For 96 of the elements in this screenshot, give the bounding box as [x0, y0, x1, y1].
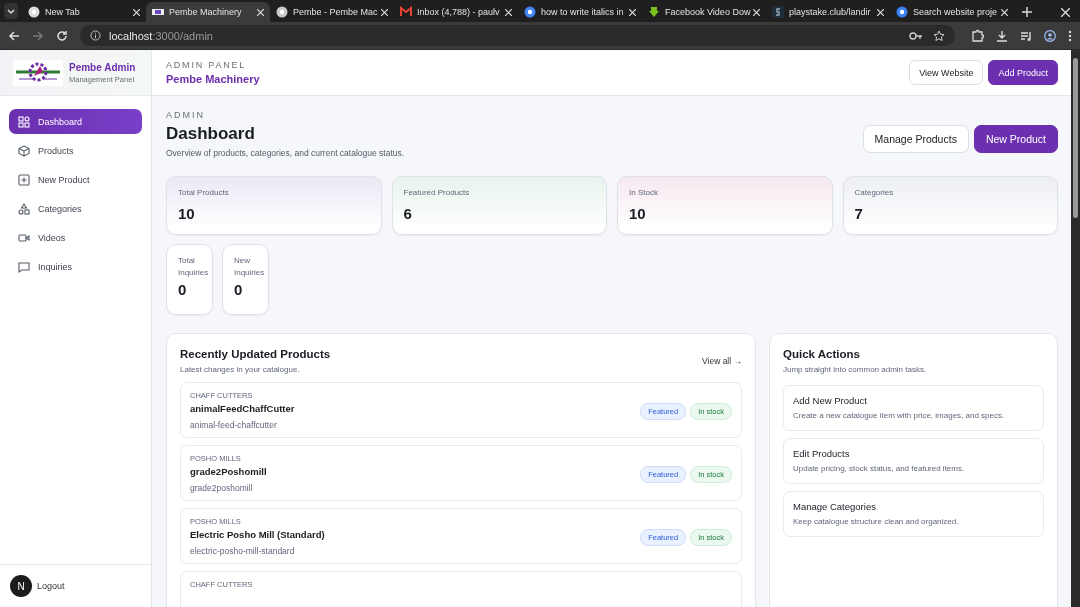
view-website-button[interactable]: View Website	[909, 60, 984, 85]
header-title: Pembe Machinery	[166, 73, 260, 85]
stat-value: 10	[178, 204, 196, 222]
logo-icon	[13, 59, 63, 86]
product-slug: grade2poshomill	[190, 483, 254, 493]
page-description: Overview of products, categories, and current catalogue status.	[166, 148, 405, 158]
stat-value: 6	[403, 204, 413, 222]
menu-icon[interactable]	[1068, 29, 1072, 42]
tab-list-icon[interactable]	[4, 3, 18, 19]
quick-action-card[interactable]: Add New Product Create a new catalogue item with price, images, and specs.	[783, 385, 1044, 431]
reload-icon[interactable]	[56, 29, 68, 42]
panel-subtitle: Latest changes in your catalogue.	[180, 365, 301, 374]
close-icon[interactable]	[257, 8, 264, 16]
key-icon[interactable]	[909, 30, 923, 41]
browser-tab[interactable]: Pembe - Pembe Mac	[270, 2, 394, 22]
sidebar-item[interactable]: New Product	[9, 167, 142, 192]
action-description: Update pricing, stock status, and featured items.	[793, 464, 966, 473]
sidebar-item[interactable]: Categories	[9, 196, 142, 221]
view-all-link[interactable]: View all →	[702, 356, 742, 366]
extensions-icon[interactable]	[971, 29, 984, 42]
panel-title: Recently Updated Products	[180, 348, 331, 360]
product-name: animalFeedChaffCutter	[190, 403, 295, 414]
logout-link[interactable]: Logout	[37, 581, 65, 591]
address-bar[interactable]: localhost:3000/admin	[80, 25, 955, 46]
close-icon[interactable]	[505, 8, 512, 16]
shapes-icon	[18, 202, 30, 215]
favicon-icon	[772, 6, 784, 18]
page-title: Dashboard	[166, 124, 256, 144]
action-title: Add New Product	[793, 395, 868, 406]
product-slug: animal-feed-chaffcutter	[190, 420, 278, 430]
stat-label: Total Products	[178, 187, 230, 199]
download-icon[interactable]	[996, 29, 1008, 42]
favicon-icon	[400, 6, 412, 18]
cube-icon	[18, 144, 30, 157]
forward-icon[interactable]	[32, 29, 44, 42]
stat-value: 0	[234, 281, 244, 299]
stat-label: Categories	[854, 187, 895, 199]
product-name: Electric Posho Mill (Standard)	[190, 529, 325, 540]
stat-value: 10	[629, 204, 647, 222]
favicon-icon	[28, 6, 40, 18]
manage-products-button[interactable]: Manage Products	[862, 125, 969, 153]
favicon-icon	[276, 6, 288, 18]
stat-value: 7	[854, 204, 864, 222]
action-title: Edit Products	[793, 448, 851, 459]
profile-icon[interactable]	[1044, 29, 1056, 42]
plus-square-icon	[18, 173, 30, 186]
sidebar-item[interactable]: Products	[9, 138, 142, 163]
stat-value: 0	[178, 281, 188, 299]
browser-tab[interactable]: Facebook Video Dow	[642, 2, 766, 22]
grid-icon	[18, 115, 30, 128]
info-icon	[90, 30, 101, 41]
close-icon[interactable]	[1001, 8, 1008, 16]
header-eyebrow: ADMIN PANEL	[166, 60, 248, 70]
browser-tab[interactable]: Search website proje	[890, 2, 1014, 22]
panel-subtitle: Jump straight into common admin tasks.	[783, 365, 928, 374]
back-icon[interactable]	[8, 29, 20, 42]
action-description: Create a new catalogue item with price, images, and specs.	[793, 411, 1006, 420]
brand-name: Pembe Admin	[69, 61, 136, 73]
media-icon[interactable]	[1020, 29, 1032, 42]
close-icon[interactable]	[629, 8, 636, 16]
browser-tab[interactable]: Pembe Machinery	[146, 2, 270, 22]
close-icon[interactable]	[877, 8, 884, 16]
scroll-thumb[interactable]	[1073, 58, 1078, 218]
close-icon[interactable]	[1061, 8, 1070, 17]
favicon-icon	[648, 6, 660, 18]
close-icon[interactable]	[381, 8, 388, 16]
browser-tab[interactable]: playstake.club/landir	[766, 2, 890, 22]
browser-tab[interactable]: New Tab	[22, 2, 146, 22]
product-name: grade2Poshomill	[190, 466, 267, 477]
quick-action-card[interactable]: Manage Categories Keep catalogue structure clean and organized.	[783, 491, 1044, 537]
avatar[interactable]: N	[10, 575, 32, 597]
video-camera-icon	[18, 231, 30, 244]
product-slug: electric-posho-mill-standard	[190, 546, 296, 556]
page-eyebrow: ADMIN	[166, 110, 206, 120]
browser-tab[interactable]: Inbox (4,788) - paulv	[394, 2, 518, 22]
sidebar-item[interactable]: Inquiries	[9, 254, 142, 279]
panel-title: Quick Actions	[783, 348, 861, 360]
favicon-icon	[152, 6, 164, 18]
close-icon[interactable]	[133, 8, 140, 16]
add-product-button[interactable]: Add Product	[988, 60, 1058, 85]
close-icon[interactable]	[753, 8, 760, 16]
action-description: Keep catalogue structure clean and organized.	[793, 517, 960, 526]
action-title: Manage Categories	[793, 501, 877, 512]
star-icon[interactable]	[933, 29, 945, 42]
new-tab-icon[interactable]	[1022, 7, 1032, 17]
favicon-icon	[524, 6, 536, 18]
chat-icon	[18, 260, 30, 273]
stat-label: In Stock	[629, 187, 659, 199]
quick-action-card[interactable]: Edit Products Update pricing, stock status, and featured items.	[783, 438, 1044, 484]
new-product-button[interactable]: New Product	[973, 125, 1058, 153]
browser-tab[interactable]: how to write italics in	[518, 2, 642, 22]
sidebar-item[interactable]: Videos	[9, 225, 142, 250]
sidebar-item[interactable]: Dashboard	[9, 109, 142, 134]
favicon-icon	[896, 6, 908, 18]
stat-label: Featured Products	[403, 187, 471, 199]
scrollbar[interactable]	[1071, 50, 1080, 607]
